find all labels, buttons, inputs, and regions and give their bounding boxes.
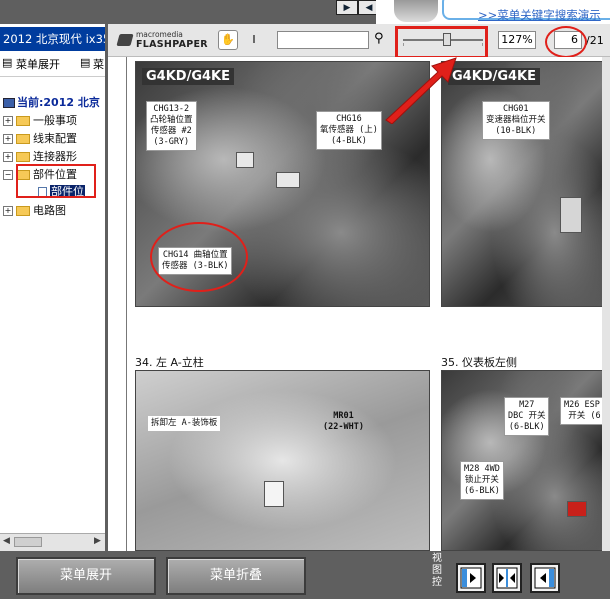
connector-shape: [276, 172, 300, 188]
zoom-percent-field[interactable]: 127%: [498, 31, 536, 49]
tree-item-label: 一般事项: [33, 114, 77, 127]
divider: [0, 76, 105, 77]
tree-root[interactable]: 当前:2012 北京: [3, 94, 100, 110]
arrow-left-icon: ◀: [365, 2, 373, 13]
highlight-circle: [150, 222, 248, 292]
tree-item-general[interactable]: + 一般事项: [3, 112, 77, 128]
view-split-button[interactable]: [492, 563, 522, 593]
page-highlight-annotation: [545, 26, 587, 58]
tree-root-label: 当前:2012 北京: [17, 96, 100, 109]
page-total: /21: [586, 34, 604, 47]
section-title: 35. 仪表板左侧: [441, 356, 517, 369]
document-title: 2012 北京现代 ix35: [0, 27, 105, 51]
folder-icon: [16, 152, 30, 162]
top-strip: ▶ ◀ >>菜单关键字搜索演示: [0, 0, 610, 24]
brand-top: macromedia: [136, 30, 183, 39]
connector-shape: [236, 152, 254, 168]
text-cursor-icon: I: [252, 33, 256, 46]
text-select-button[interactable]: I: [244, 30, 264, 50]
mascot-image: [394, 0, 438, 22]
section-title: 34. 左 A-立柱: [135, 356, 204, 369]
scroll-left-icon[interactable]: ◀: [3, 536, 10, 546]
collapse-icon[interactable]: −: [3, 170, 13, 180]
menu-row: ▤ 菜单展开 ▤ 菜: [0, 54, 105, 72]
callout-label: M27 DBC 开关 (6-BLK): [504, 397, 550, 436]
promo-banner: >>菜单关键字搜索演示: [376, 0, 610, 24]
folder-icon: [16, 206, 30, 216]
menu-expand-button[interactable]: 菜单展开: [16, 557, 156, 595]
menu-expand-link[interactable]: 菜单展开: [16, 56, 60, 72]
expand-icon[interactable]: +: [3, 134, 13, 144]
panel-right-icon: [534, 567, 556, 589]
tree-item-harness[interactable]: + 线束配置: [3, 130, 77, 146]
bottom-bar: 菜单展开 菜单折叠 视图控: [0, 551, 610, 599]
tree-item-label: 电路图: [33, 204, 66, 217]
panel-left-icon: [460, 567, 482, 589]
connector-shape: [264, 481, 284, 507]
callout-label: MR01 (22-WHT): [323, 411, 364, 432]
search-demo-link[interactable]: >>菜单关键字搜索演示: [478, 7, 601, 23]
flashpaper-logo-mark: [116, 34, 134, 46]
tree-item-label: 线束配置: [33, 132, 77, 145]
brand-bottom: FLASHPAPER: [136, 39, 208, 50]
scroll-thumb[interactable]: [14, 537, 42, 547]
callout-label: CHG16 氧传感器 (上) (4-BLK): [316, 111, 382, 150]
dashboard-photo: M27 DBC 开关 (6-BLK) M26 ESP O 开关 (6- M28 …: [441, 370, 604, 551]
expand-icon[interactable]: +: [3, 116, 13, 126]
tree-item-circuit-diagrams[interactable]: + 电路图: [3, 202, 66, 218]
viewer-toolbar: macromedia FLASHPAPER ✋ I ⚲ 127% 6 /21: [108, 24, 610, 59]
search-input[interactable]: [277, 31, 369, 49]
a-pillar-photo: 拆卸左 A-装饰板 MR01 (22-WHT): [135, 370, 430, 551]
arrow-annotation-icon: [385, 57, 457, 124]
view-left-pane-button[interactable]: [456, 563, 486, 593]
computer-icon: [3, 98, 15, 108]
document-page: G4KD/G4KE CHG13-2 凸轮轴位置 传感器 #2 (3-GRY) C…: [108, 57, 610, 551]
view-right-pane-button[interactable]: [530, 563, 560, 593]
menu-fold-link[interactable]: 菜: [93, 56, 104, 72]
switch-shape: [560, 197, 582, 233]
scroll-right-icon[interactable]: ▶: [94, 536, 101, 546]
expand-icon[interactable]: +: [3, 152, 13, 162]
tree-icon: ▤: [2, 56, 13, 69]
left-panel: 2012 北京现代 ix35 ▤ 菜单展开 ▤ 菜 当前:2012 北京 + 一般…: [0, 24, 105, 551]
tree-item-connectors[interactable]: + 连接器形: [3, 148, 77, 164]
flashpaper-logo: macromedia FLASHPAPER: [116, 30, 208, 52]
view-control-label: 视图控: [432, 553, 442, 588]
panel-split-icon: [496, 567, 518, 589]
horizontal-scrollbar[interactable]: ◀ ▶: [0, 533, 105, 551]
menu-fold-button[interactable]: 菜单折叠: [166, 557, 306, 595]
vertical-scrollbar[interactable]: [602, 57, 610, 551]
document-viewer: macromedia FLASHPAPER ✋ I ⚲ 127% 6 /21 G…: [108, 24, 610, 551]
expand-icon[interactable]: +: [3, 206, 13, 216]
callout-label: M28 4WD 锁止开关 (6-BLK): [460, 461, 504, 500]
page-edge: [126, 57, 127, 551]
highlight-annotation: [16, 164, 96, 198]
hand-tool-button[interactable]: ✋: [218, 30, 238, 50]
folder-icon: [16, 116, 30, 126]
connector-shape: [567, 501, 587, 517]
callout-label: 拆卸左 A-装饰板: [148, 416, 221, 431]
tree-icon-2: ▤: [80, 56, 91, 69]
callout-label: CHG13-2 凸轮轴位置 传感器 #2 (3-GRY): [146, 101, 197, 151]
hand-icon: ✋: [221, 33, 235, 46]
folder-icon: [16, 134, 30, 144]
arrow-right-icon: ▶: [343, 2, 351, 13]
tree-item-label: 连接器形: [33, 150, 77, 163]
callout-label: CHG01 变速器档位开关 (10-BLK): [482, 101, 550, 140]
photo-header: G4KD/G4KE: [142, 68, 234, 85]
callout-label: M26 ESP O 开关 (6-: [560, 397, 603, 425]
search-icon[interactable]: ⚲: [374, 31, 384, 46]
top-nav-button-1[interactable]: ▶: [336, 0, 358, 15]
